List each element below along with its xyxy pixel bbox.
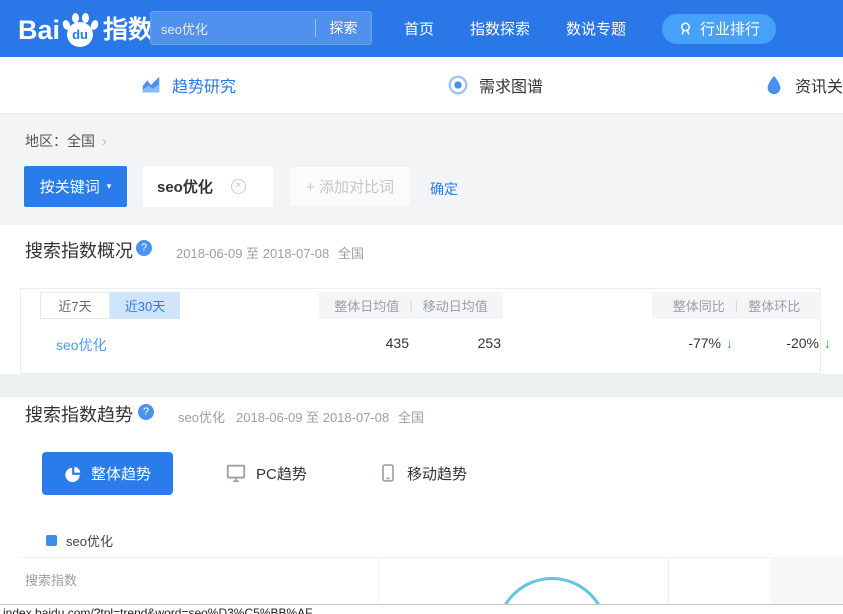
monitor-icon (225, 462, 247, 484)
nav-item-data-topics[interactable]: 数说专题 (566, 18, 626, 39)
tab-mobile-trend[interactable]: 移动趋势 (378, 462, 467, 484)
status-url: index.baidu.com/?tpl=trend&word=seo%D3%C… (3, 606, 313, 614)
chart-legend-item[interactable]: seo优化 (46, 531, 113, 550)
keyword-input-box: × (143, 166, 273, 207)
chart-column-separator (378, 558, 379, 604)
overview-section-title: 搜索指数概况 (25, 237, 133, 263)
header-nav: 首页 指数探索 数说专题 行业排行 (404, 0, 776, 57)
logo-text-du: du (67, 22, 93, 47)
clear-keyword-icon[interactable]: × (231, 179, 246, 194)
baidu-index-page: Bai du 指数 探索 首页 指数探索 数说专题 行业排行 (0, 0, 843, 614)
header-divider: | (409, 298, 412, 313)
subnav-label: 需求图谱 (479, 73, 543, 97)
overview-card: 近7天 近30天 整体日均值 | 移动日均值 整体同比 | 整体环比 seo优化… (20, 288, 821, 374)
col-mom-header: 整体环比 (748, 296, 800, 315)
keyword-type-label: 按关键词 (40, 176, 100, 197)
chevron-right-icon: › (102, 133, 107, 149)
tab-last-7-days[interactable]: 近7天 (40, 292, 110, 319)
header-divider: | (735, 298, 738, 313)
trend-help-icon[interactable]: ? (138, 404, 154, 420)
trend-section-title: 搜索指数趋势 (25, 401, 133, 427)
keyword-filter-band: 地区：全国 › 按关键词 ▾ × + 添加对比词 确定 (0, 114, 843, 225)
mom-value: -20% ↓ (721, 335, 831, 351)
ranking-medal-icon (678, 21, 693, 36)
add-compare-word-button[interactable]: + 添加对比词 (289, 166, 411, 207)
subnav-item-trend-research[interactable]: 趋势研究 (140, 73, 236, 97)
col-overall-avg-header: 整体日均值 (334, 296, 399, 315)
baidu-paw-icon: du (61, 11, 99, 47)
mobile-avg-value: 253 (441, 335, 501, 351)
tab-overall-trend[interactable]: 整体趋势 (42, 452, 173, 495)
down-arrow-icon: ↓ (824, 335, 831, 351)
keyword-input[interactable] (143, 178, 231, 195)
tab-mobile-label: 移动趋势 (407, 463, 467, 484)
header-search-box: 探索 (150, 11, 372, 45)
chart-row-label: 搜索指数 (25, 570, 77, 589)
subnav-label: 趋势研究 (172, 73, 236, 97)
region-label: 地区：全国 (25, 131, 95, 151)
col-mobile-avg-header: 移动日均值 (423, 296, 488, 315)
tab-overall-label: 整体趋势 (91, 463, 151, 484)
chart-column-shade (770, 558, 843, 604)
overview-avg-headers: 整体日均值 | 移动日均值 (319, 292, 503, 319)
caret-down-icon: ▾ (107, 181, 112, 192)
nav-item-index-explore[interactable]: 指数探索 (470, 18, 530, 39)
industry-ranking-button[interactable]: 行业排行 (662, 14, 776, 44)
section-divider (0, 374, 843, 397)
yoy-value: -77% ↓ (621, 335, 733, 351)
trend-research-icon (140, 74, 162, 96)
chart-column-separator (668, 558, 669, 604)
nav-item-home[interactable]: 首页 (404, 18, 434, 39)
col-yoy-header: 整体同比 (673, 296, 725, 315)
mobile-phone-icon (378, 462, 398, 484)
tab-last-30-days[interactable]: 近30天 (110, 292, 180, 319)
overview-compare-headers: 整体同比 | 整体环比 (652, 292, 821, 319)
tab-pc-trend[interactable]: PC趋势 (225, 462, 307, 484)
logo-text-suffix: 指数 (103, 13, 153, 47)
news-attention-icon (763, 74, 785, 96)
overview-row-keyword-link[interactable]: seo优化 (56, 335, 107, 355)
mom-percent: -20% (786, 335, 819, 351)
baidu-index-logo[interactable]: Bai du 指数 (18, 11, 153, 47)
region-selector[interactable]: 地区：全国 › (25, 131, 107, 151)
overall-avg-value: 435 (339, 335, 409, 351)
keyword-type-dropdown[interactable]: 按关键词 ▾ (24, 166, 127, 207)
subnav-item-news-attention[interactable]: 资讯关注 (763, 73, 843, 97)
legend-swatch (46, 535, 57, 546)
chart-row-divider (20, 557, 843, 558)
header-search-input[interactable] (151, 21, 315, 36)
ranking-button-label: 行业排行 (700, 18, 760, 39)
subnav-item-demand-map[interactable]: 需求图谱 (447, 73, 543, 97)
tab-pc-label: PC趋势 (256, 463, 307, 484)
logo-text-bai: Bai (18, 13, 60, 47)
demand-map-icon (447, 74, 469, 96)
browser-status-bar: index.baidu.com/?tpl=trend&word=seo%D3%C… (0, 604, 843, 614)
pie-chart-icon (64, 465, 82, 483)
confirm-button[interactable]: 确定 (430, 179, 458, 199)
legend-label: seo优化 (66, 531, 113, 550)
trend-region: 全国 (398, 407, 424, 426)
trend-keyword: seo优化 (178, 407, 225, 426)
module-subnav: 趋势研究 需求图谱 资讯关注 (0, 57, 843, 114)
explore-search-button[interactable]: 探索 (315, 19, 371, 37)
overview-date-range: 2018-06-09 至 2018-07-08 (176, 243, 329, 262)
overview-region: 全国 (338, 243, 364, 262)
overview-help-icon[interactable]: ? (136, 240, 152, 256)
top-header: Bai du 指数 探索 首页 指数探索 数说专题 行业排行 (0, 0, 843, 57)
yoy-percent: -77% (688, 335, 721, 351)
trend-date-range: 2018-06-09 至 2018-07-08 (236, 407, 389, 426)
subnav-label: 资讯关注 (795, 73, 843, 97)
